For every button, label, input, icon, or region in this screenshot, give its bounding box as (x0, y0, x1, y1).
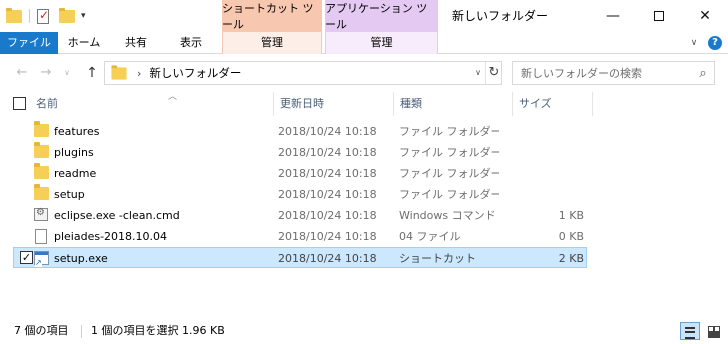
cmd-file-icon (34, 207, 48, 221)
file-type: ファイル フォルダー (399, 146, 499, 159)
up-arrow-icon[interactable]: ↑ (82, 64, 102, 82)
file-date: 2018/10/24 10:18 (278, 209, 377, 222)
tab-manage-shortcut[interactable]: 管理 (222, 32, 322, 54)
file-name: readme (54, 167, 97, 180)
help-icon[interactable]: ? (708, 36, 722, 50)
search-box[interactable]: 新しいフォルダーの検索 ⌕ (512, 61, 715, 85)
column-name-label: 名前 (36, 97, 58, 110)
expand-ribbon-chevron-icon[interactable]: ∨ (682, 32, 706, 54)
search-icon[interactable]: ⌕ (692, 66, 714, 81)
file-name: setup (54, 188, 85, 201)
address-history-chevron-icon[interactable]: ∨ (471, 62, 485, 84)
file-type: ファイル フォルダー (399, 188, 499, 201)
navigation-bar: ← → ∨ ↑ › 新しいフォルダー ∨ ↻ 新しいフォルダーの検索 ⌕ (0, 54, 728, 92)
table-row[interactable]: pleiades-2018.10.04 2018/10/24 10:18 04 … (14, 226, 588, 247)
file-name: eclipse.exe -clean.cmd (54, 209, 180, 222)
quick-access-toolbar: ▾ (0, 0, 86, 32)
file-icon (35, 229, 47, 244)
folder-icon (34, 184, 49, 200)
tab-manage-application[interactable]: 管理 (325, 32, 438, 54)
forward-arrow-icon[interactable]: → (36, 64, 56, 82)
table-row-selected[interactable]: ✓ setup.exe 2018/10/24 10:18 ショートカット 2 K… (13, 247, 587, 268)
title-bar: ▾ ショートカット ツール アプリケーション ツール 新しいフォルダー — ✕ (0, 0, 728, 32)
file-type: ショートカット (399, 252, 476, 265)
table-row[interactable]: plugins 2018/10/24 10:18 ファイル フォルダー (14, 142, 588, 163)
qat-customize-chevron-icon[interactable]: ▾ (81, 11, 86, 21)
folder-icon (34, 163, 49, 179)
row-checkbox-checked[interactable]: ✓ (20, 251, 33, 264)
file-type: 04 ファイル (399, 230, 461, 243)
tab-home[interactable]: ホーム (58, 32, 110, 54)
status-bar: 7 個の項目 1 個の項目を選択 1.96 KB (0, 318, 728, 344)
file-type: ファイル フォルダー (399, 125, 499, 138)
file-size: 2 KB (558, 252, 584, 265)
file-name: pleiades-2018.10.04 (54, 230, 168, 243)
table-row[interactable]: eclipse.exe -clean.cmd 2018/10/24 10:18 … (14, 205, 588, 226)
tab-share[interactable]: 共有 (110, 32, 162, 54)
file-type: ファイル フォルダー (399, 167, 499, 180)
column-header-size[interactable]: サイズ (512, 92, 593, 116)
folder-icon (34, 121, 49, 137)
file-date: 2018/10/24 10:18 (278, 125, 377, 138)
item-count: 7 個の項目 (14, 324, 69, 337)
search-input[interactable]: 新しいフォルダーの検索 (521, 65, 692, 81)
file-date: 2018/10/24 10:18 (278, 167, 377, 180)
file-name: plugins (54, 146, 94, 159)
file-type: Windows コマンド ... (399, 209, 499, 222)
address-bar[interactable]: › 新しいフォルダー ∨ ↻ (104, 61, 502, 85)
application-tools-context-tab: アプリケーション ツール (325, 0, 438, 32)
column-header-name[interactable]: 名前 ︿ (30, 92, 273, 116)
table-row[interactable]: features 2018/10/24 10:18 ファイル フォルダー (14, 121, 588, 142)
large-icons-view-icon[interactable] (704, 322, 724, 340)
address-folder-icon (111, 64, 127, 80)
file-size: 1 KB (558, 209, 584, 222)
close-icon: ✕ (699, 8, 711, 24)
refresh-icon[interactable]: ↻ (485, 62, 502, 84)
breadcrumb-separator-icon[interactable]: › (137, 67, 141, 80)
file-date: 2018/10/24 10:18 (278, 252, 377, 265)
details-view-icon[interactable] (680, 322, 700, 340)
minimize-icon: — (606, 8, 620, 24)
sort-ascending-icon: ︿ (168, 92, 178, 102)
qat-separator (29, 9, 30, 23)
folder-app-icon (6, 7, 22, 23)
shortcut-tools-context-tab: ショートカット ツール (222, 0, 322, 32)
column-header-row: 名前 ︿ 更新日時 種類 サイズ (0, 92, 728, 116)
minimize-button[interactable]: — (590, 0, 636, 32)
maximize-button[interactable] (636, 0, 682, 32)
file-date: 2018/10/24 10:18 (278, 230, 377, 243)
file-name: setup.exe (54, 252, 108, 265)
shortcut-exe-icon (34, 251, 49, 267)
column-header-date[interactable]: 更新日時 (273, 92, 393, 116)
close-button[interactable]: ✕ (682, 0, 728, 32)
table-row[interactable]: readme 2018/10/24 10:18 ファイル フォルダー (14, 163, 588, 184)
window-title: 新しいフォルダー (452, 9, 549, 23)
selection-info: 1 個の項目を選択 1.96 KB (91, 324, 225, 337)
select-all-checkbox[interactable] (13, 97, 26, 110)
recent-locations-chevron-icon[interactable]: ∨ (60, 64, 74, 82)
tab-file[interactable]: ファイル (0, 32, 58, 54)
maximize-icon (654, 11, 664, 21)
ribbon-tabs: ファイル ホーム 共有 表示 管理 管理 ∨ ? (0, 32, 728, 54)
folder-icon (34, 142, 49, 158)
properties-icon[interactable] (37, 8, 49, 24)
table-row[interactable]: setup 2018/10/24 10:18 ファイル フォルダー (14, 184, 588, 205)
back-arrow-icon[interactable]: ← (12, 64, 32, 82)
column-header-type[interactable]: 種類 (393, 92, 512, 116)
new-folder-icon[interactable] (59, 7, 75, 23)
status-divider (81, 325, 82, 338)
file-date: 2018/10/24 10:18 (278, 188, 377, 201)
tab-view[interactable]: 表示 (162, 32, 220, 54)
file-size: 0 KB (558, 230, 584, 243)
file-name: features (54, 125, 100, 138)
breadcrumb-current-folder[interactable]: 新しいフォルダー (149, 65, 241, 81)
file-date: 2018/10/24 10:18 (278, 146, 377, 159)
